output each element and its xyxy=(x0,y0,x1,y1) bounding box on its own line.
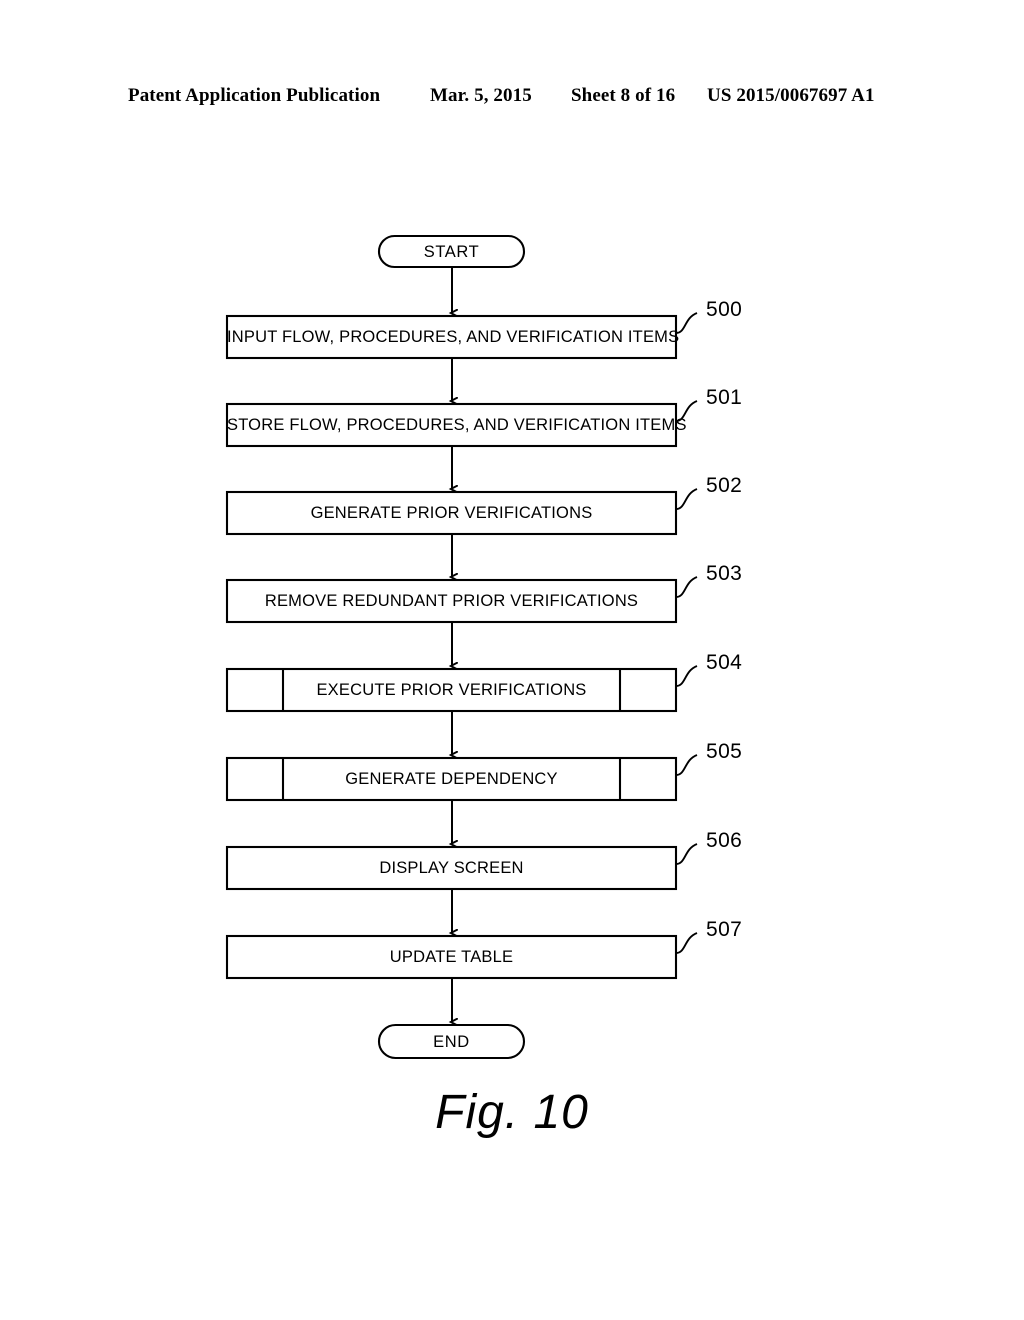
reference-numeral-503: 503 xyxy=(706,562,743,585)
figure-caption: Fig. 10 xyxy=(435,1086,589,1139)
leader-line-507 xyxy=(675,932,698,954)
step-label-500: INPUT FLOW, PROCEDURES, AND VERIFICATION… xyxy=(227,328,680,346)
reference-numeral-504: 504 xyxy=(706,651,743,674)
step-label-501: STORE FLOW, PROCEDURES, AND VERIFICATION… xyxy=(227,416,687,434)
end-terminator-label: END xyxy=(433,1033,470,1051)
reference-numeral-506: 506 xyxy=(706,829,743,852)
reference-numeral-505: 505 xyxy=(706,740,743,763)
leader-line-503 xyxy=(675,576,698,598)
reference-numeral-502: 502 xyxy=(706,474,743,497)
step-label-505: GENERATE DEPENDENCY xyxy=(345,770,558,788)
step-label-507: UPDATE TABLE xyxy=(389,948,514,966)
step-label-504: EXECUTE PRIOR VERIFICATIONS xyxy=(316,681,587,699)
leader-line-504 xyxy=(675,665,698,687)
reference-numeral-507: 507 xyxy=(706,918,743,941)
step-label-503: REMOVE REDUNDANT PRIOR VERIFICATIONS xyxy=(264,592,639,610)
leader-line-505 xyxy=(675,754,698,776)
leader-line-502 xyxy=(675,488,698,510)
step-label-506: DISPLAY SCREEN xyxy=(379,859,524,877)
reference-numeral-500: 500 xyxy=(706,298,743,321)
reference-numeral-501: 501 xyxy=(706,386,743,409)
leader-line-506 xyxy=(675,843,698,865)
step-label-502: GENERATE PRIOR VERIFICATIONS xyxy=(310,504,593,522)
leader-line-500 xyxy=(675,312,698,334)
flowchart-figure: START END INPUT FLOW, PROCEDURES, AND VE… xyxy=(0,0,1024,1320)
start-terminator-label: START xyxy=(423,243,480,261)
